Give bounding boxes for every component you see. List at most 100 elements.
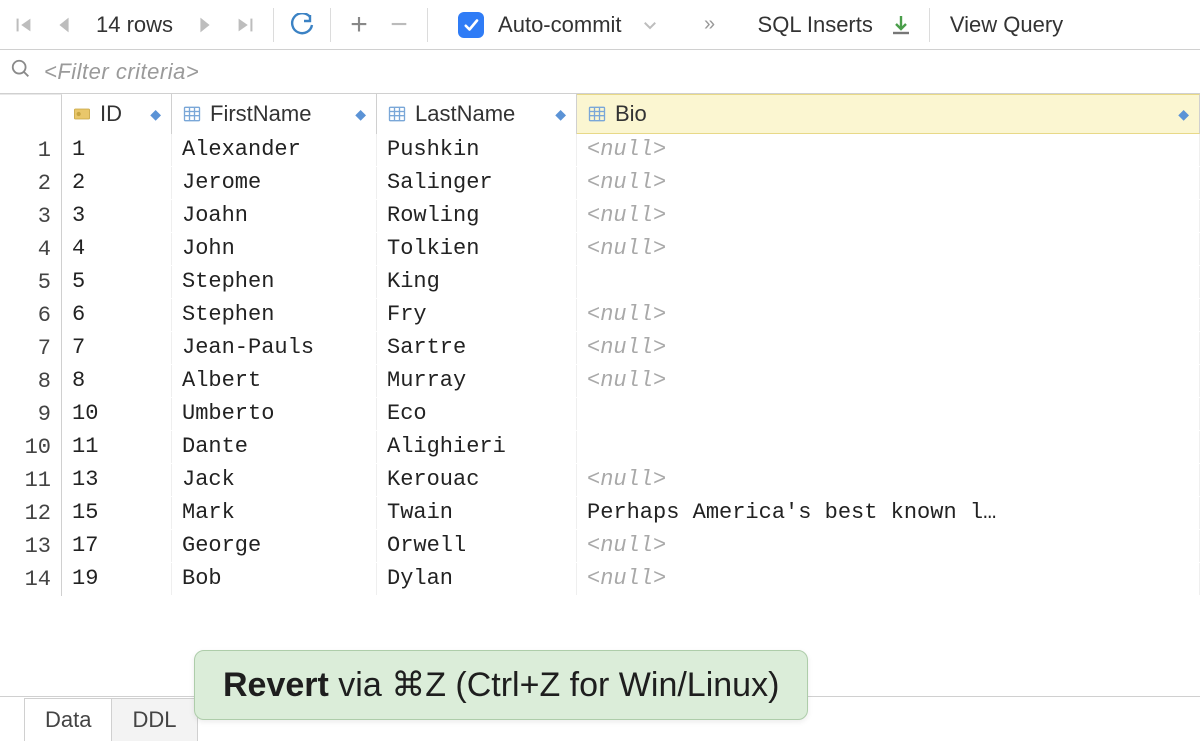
add-row-button[interactable]: + (341, 7, 377, 43)
cell-lastname[interactable]: Murray (377, 365, 577, 397)
row-gutter[interactable]: 13 (0, 530, 62, 563)
cell-lastname[interactable]: Kerouac (377, 464, 577, 496)
column-header-firstname[interactable]: FirstName ◆ (172, 94, 377, 134)
cell-firstname[interactable]: Jean-Pauls (172, 332, 377, 364)
cell-firstname[interactable]: Jack (172, 464, 377, 496)
cell-firstname[interactable]: Albert (172, 365, 377, 397)
row-gutter[interactable]: 7 (0, 332, 62, 365)
view-query-button[interactable]: View Query (940, 12, 1069, 38)
tab-ddl[interactable]: DDL (111, 698, 197, 741)
cell-bio[interactable] (577, 431, 1200, 463)
row-gutter[interactable]: 9 (0, 398, 62, 431)
row-gutter[interactable]: 8 (0, 365, 62, 398)
cell-lastname[interactable]: Dylan (377, 563, 577, 595)
sort-icon[interactable]: ◆ (555, 106, 566, 123)
sort-icon[interactable]: ◆ (355, 106, 366, 123)
cell-firstname[interactable]: John (172, 233, 377, 265)
cell-id[interactable]: 11 (62, 431, 172, 463)
cell-lastname[interactable]: Twain (377, 497, 577, 529)
cell-lastname[interactable]: Rowling (377, 200, 577, 232)
column-header-bio[interactable]: Bio ◆ (577, 94, 1200, 134)
cell-lastname[interactable]: Sartre (377, 332, 577, 364)
sort-icon[interactable]: ◆ (150, 106, 161, 123)
cell-lastname[interactable]: Salinger (377, 167, 577, 199)
row-gutter[interactable]: 14 (0, 563, 62, 596)
cell-firstname[interactable]: Joahn (172, 200, 377, 232)
cell-firstname[interactable]: Mark (172, 497, 377, 529)
cell-id[interactable]: 7 (62, 332, 172, 364)
row-gutter[interactable]: 4 (0, 233, 62, 266)
cell-firstname[interactable]: George (172, 530, 377, 562)
cell-id[interactable]: 10 (62, 398, 172, 430)
next-page-button[interactable] (187, 7, 223, 43)
last-page-button[interactable] (227, 7, 263, 43)
cell-firstname[interactable]: Dante (172, 431, 377, 463)
cell-id[interactable]: 15 (62, 497, 172, 529)
separator (330, 8, 331, 42)
cell-lastname[interactable]: Fry (377, 299, 577, 331)
row-gutter[interactable]: 1 (0, 134, 62, 167)
filter-input[interactable]: <Filter criteria> (44, 59, 1190, 85)
cell-bio[interactable]: <null> (577, 233, 1200, 265)
hint-strong: Revert (223, 666, 329, 704)
cell-id[interactable]: 3 (62, 200, 172, 232)
sort-icon[interactable]: ◆ (1178, 106, 1189, 123)
refresh-button[interactable] (284, 7, 320, 43)
row-gutter[interactable]: 5 (0, 266, 62, 299)
tab-data[interactable]: Data (24, 698, 112, 741)
cell-bio[interactable] (577, 398, 1200, 430)
cell-bio[interactable]: <null> (577, 530, 1200, 562)
column-header-id[interactable]: ID ◆ (62, 94, 172, 134)
cell-id[interactable]: 4 (62, 233, 172, 265)
prev-page-button[interactable] (46, 7, 82, 43)
cell-lastname[interactable]: Orwell (377, 530, 577, 562)
cell-bio[interactable]: <null> (577, 200, 1200, 232)
cell-firstname[interactable]: Stephen (172, 299, 377, 331)
cell-lastname[interactable]: Pushkin (377, 134, 577, 166)
row-gutter[interactable]: 6 (0, 299, 62, 332)
row-count: 14 rows (86, 12, 183, 38)
search-icon[interactable] (10, 58, 32, 85)
cell-id[interactable]: 5 (62, 266, 172, 298)
first-page-button[interactable] (6, 7, 42, 43)
cell-firstname[interactable]: Alexander (172, 134, 377, 166)
cell-firstname[interactable]: Stephen (172, 266, 377, 298)
cell-bio[interactable] (577, 266, 1200, 298)
cell-lastname[interactable]: Alighieri (377, 431, 577, 463)
cell-bio[interactable]: <null> (577, 299, 1200, 331)
row-gutter[interactable]: 2 (0, 167, 62, 200)
cell-firstname[interactable]: Jerome (172, 167, 377, 199)
cell-bio[interactable]: <null> (577, 167, 1200, 199)
delete-row-button[interactable]: − (381, 7, 417, 43)
cell-bio[interactable]: Perhaps America's best known l… (577, 497, 1200, 529)
row-gutter[interactable]: 3 (0, 200, 62, 233)
cell-lastname[interactable]: Tolkien (377, 233, 577, 265)
cell-id[interactable]: 19 (62, 563, 172, 595)
cell-lastname[interactable]: King (377, 266, 577, 298)
export-button[interactable] (883, 7, 919, 43)
row-gutter[interactable]: 10 (0, 431, 62, 464)
tx-mode-dropdown[interactable] (632, 7, 668, 43)
cell-id[interactable]: 17 (62, 530, 172, 562)
row-gutter[interactable]: 12 (0, 497, 62, 530)
cell-id[interactable]: 2 (62, 167, 172, 199)
column-header-lastname[interactable]: LastName ◆ (377, 94, 577, 134)
separator (427, 8, 428, 42)
cell-bio[interactable]: <null> (577, 563, 1200, 595)
cell-lastname[interactable]: Eco (377, 398, 577, 430)
cell-id[interactable]: 8 (62, 365, 172, 397)
cell-bio[interactable]: <null> (577, 365, 1200, 397)
filter-bar: <Filter criteria> (0, 50, 1200, 94)
cell-firstname[interactable]: Bob (172, 563, 377, 595)
auto-commit-checkbox[interactable] (458, 12, 484, 38)
cell-id[interactable]: 6 (62, 299, 172, 331)
more-actions-button[interactable]: » (692, 7, 728, 43)
cell-id[interactable]: 1 (62, 134, 172, 166)
cell-bio[interactable]: <null> (577, 134, 1200, 166)
row-gutter[interactable]: 11 (0, 464, 62, 497)
cell-id[interactable]: 13 (62, 464, 172, 496)
cell-bio[interactable]: <null> (577, 332, 1200, 364)
cell-bio[interactable]: <null> (577, 464, 1200, 496)
sql-mode-label[interactable]: SQL Inserts (748, 12, 879, 38)
cell-firstname[interactable]: Umberto (172, 398, 377, 430)
